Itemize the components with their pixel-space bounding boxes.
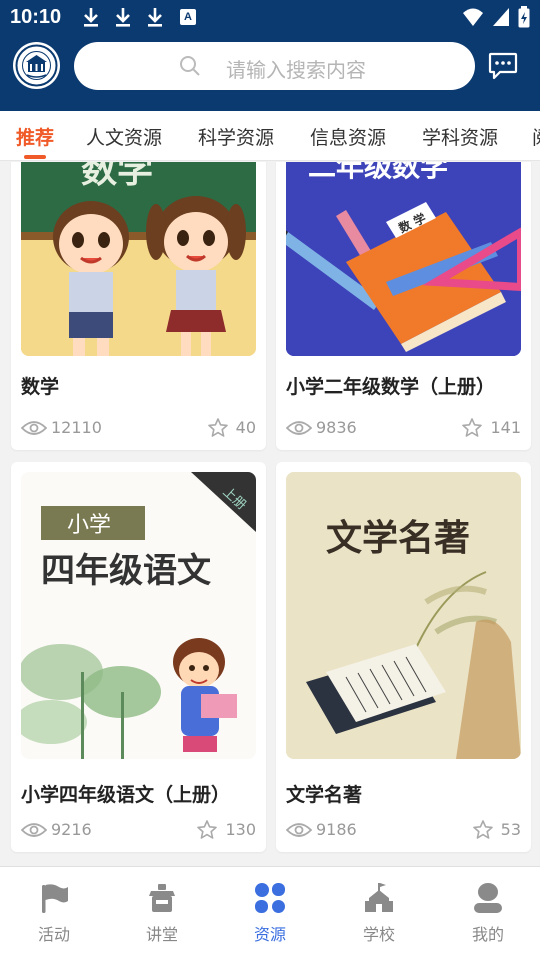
nav-label: 讲堂 [145, 925, 178, 944]
nav-label: 活动 [37, 925, 70, 944]
card-view-count: 12110 [21, 418, 102, 437]
search-placeholder: 请输入搜索内容 [226, 58, 366, 82]
card-image-kids-blackboard: 数学 [21, 162, 256, 356]
tab-active-indicator [24, 155, 46, 159]
card-title: 文学名著 [286, 784, 363, 806]
resource-card[interactable]: 数学 数学 12110 40 [11, 162, 266, 450]
nav-item-profile[interactable]: 我的 [448, 881, 528, 945]
signal-icon [493, 8, 509, 26]
status-bar: 10:10 A [0, 0, 540, 36]
star-icon [197, 820, 218, 839]
app-header: 10:10 A 请输入搜索内容 [0, 0, 540, 111]
bottom-navigation: 活动 讲堂 资源 学校 我的 [0, 866, 540, 960]
status-time: 10:10 [10, 6, 62, 28]
eye-icon [21, 420, 47, 435]
resource-card[interactable]: 小学 四年级语文 上册 小学四年级语文（上册） 9216 130 [11, 462, 266, 852]
star-icon [472, 820, 493, 839]
tab-humanities[interactable]: 人文资源 [86, 123, 162, 150]
tab-information[interactable]: 信息资源 [310, 123, 386, 150]
resource-card[interactable]: 二年级数学 数 学 小学二年级数学（上册） 9836 141 [276, 162, 531, 450]
tab-science[interactable]: 科学资源 [198, 123, 274, 150]
resource-card[interactable]: 文学名著 文学名著 9186 53 [276, 462, 531, 852]
card-title: 小学四年级语文（上册） [21, 784, 231, 806]
status-notifications: A [82, 6, 196, 28]
card-view-count: 9216 [21, 820, 92, 839]
star-icon [207, 418, 228, 437]
card-favorite-count[interactable]: 53 [472, 820, 521, 839]
view-count-value: 9186 [316, 820, 357, 839]
star-icon [462, 418, 483, 437]
tab-subject[interactable]: 学科资源 [422, 123, 498, 150]
nav-label: 资源 [253, 925, 286, 944]
card-view-count: 9186 [286, 820, 357, 839]
nav-item-resources[interactable]: 资源 [230, 881, 310, 945]
cover-title-text: 文学名著 [326, 517, 470, 559]
download-icon [116, 8, 130, 27]
favorite-count-value: 141 [490, 418, 521, 437]
view-count-value: 12110 [51, 418, 102, 437]
tab-reading[interactable]: 阅 [532, 123, 540, 150]
card-image-math-book: 二年级数学 数 学 [286, 162, 521, 356]
favorite-count-value: 130 [225, 820, 256, 839]
download-icon [148, 8, 162, 27]
category-tabs: 推荐 人文资源 科学资源 信息资源 学科资源 阅 [0, 111, 540, 161]
university-seal-icon[interactable] [13, 42, 60, 89]
card-title: 小学二年级数学（上册） [286, 376, 496, 398]
search-input[interactable]: 请输入搜索内容 [74, 42, 475, 90]
card-view-count: 9836 [286, 418, 357, 437]
card-favorite-count[interactable]: 130 [197, 820, 256, 839]
cover-small-text: 小学 [67, 513, 111, 538]
status-system-icons [462, 6, 530, 28]
school-building-icon [365, 883, 393, 912]
grid-resource-icon [255, 883, 285, 913]
view-count-value: 9836 [316, 418, 357, 437]
blackboard-text: 数学 [81, 162, 153, 191]
card-image-chinese-textbook: 小学 四年级语文 上册 [21, 472, 256, 759]
a-badge-icon: A [180, 9, 196, 25]
search-icon [180, 56, 200, 76]
card-image-literature-classics: 文学名著 [286, 472, 521, 759]
nav-label: 我的 [471, 925, 504, 944]
user-profile-icon [474, 883, 502, 913]
download-icon [84, 8, 98, 27]
resource-grid: 数学 数学 12110 40 二年级数学 数 学 小学二年级数学（上册） 983… [0, 162, 540, 864]
card-title: 数学 [21, 376, 60, 398]
nav-label: 学校 [362, 925, 395, 944]
cover-large-text: 四年级语文 [41, 551, 211, 591]
eye-icon [21, 822, 47, 837]
eye-icon [286, 822, 312, 837]
favorite-count-value: 53 [500, 820, 521, 839]
battery-charging-icon [518, 6, 530, 28]
chat-bubble-icon[interactable] [488, 52, 518, 80]
eye-icon [286, 420, 312, 435]
view-count-value: 9216 [51, 820, 92, 839]
nav-item-activity[interactable]: 活动 [14, 881, 94, 945]
nav-item-lecture[interactable]: 讲堂 [122, 881, 202, 945]
card-favorite-count[interactable]: 141 [462, 418, 521, 437]
card-favorite-count[interactable]: 40 [207, 418, 256, 437]
nav-item-school[interactable]: 学校 [339, 881, 419, 945]
favorite-count-value: 40 [235, 418, 256, 437]
flag-icon [42, 884, 68, 913]
classroom-icon [149, 884, 175, 912]
wifi-icon [463, 8, 483, 26]
tab-recommend[interactable]: 推荐 [16, 123, 54, 150]
image-banner-text: 二年级数学 [308, 162, 448, 183]
